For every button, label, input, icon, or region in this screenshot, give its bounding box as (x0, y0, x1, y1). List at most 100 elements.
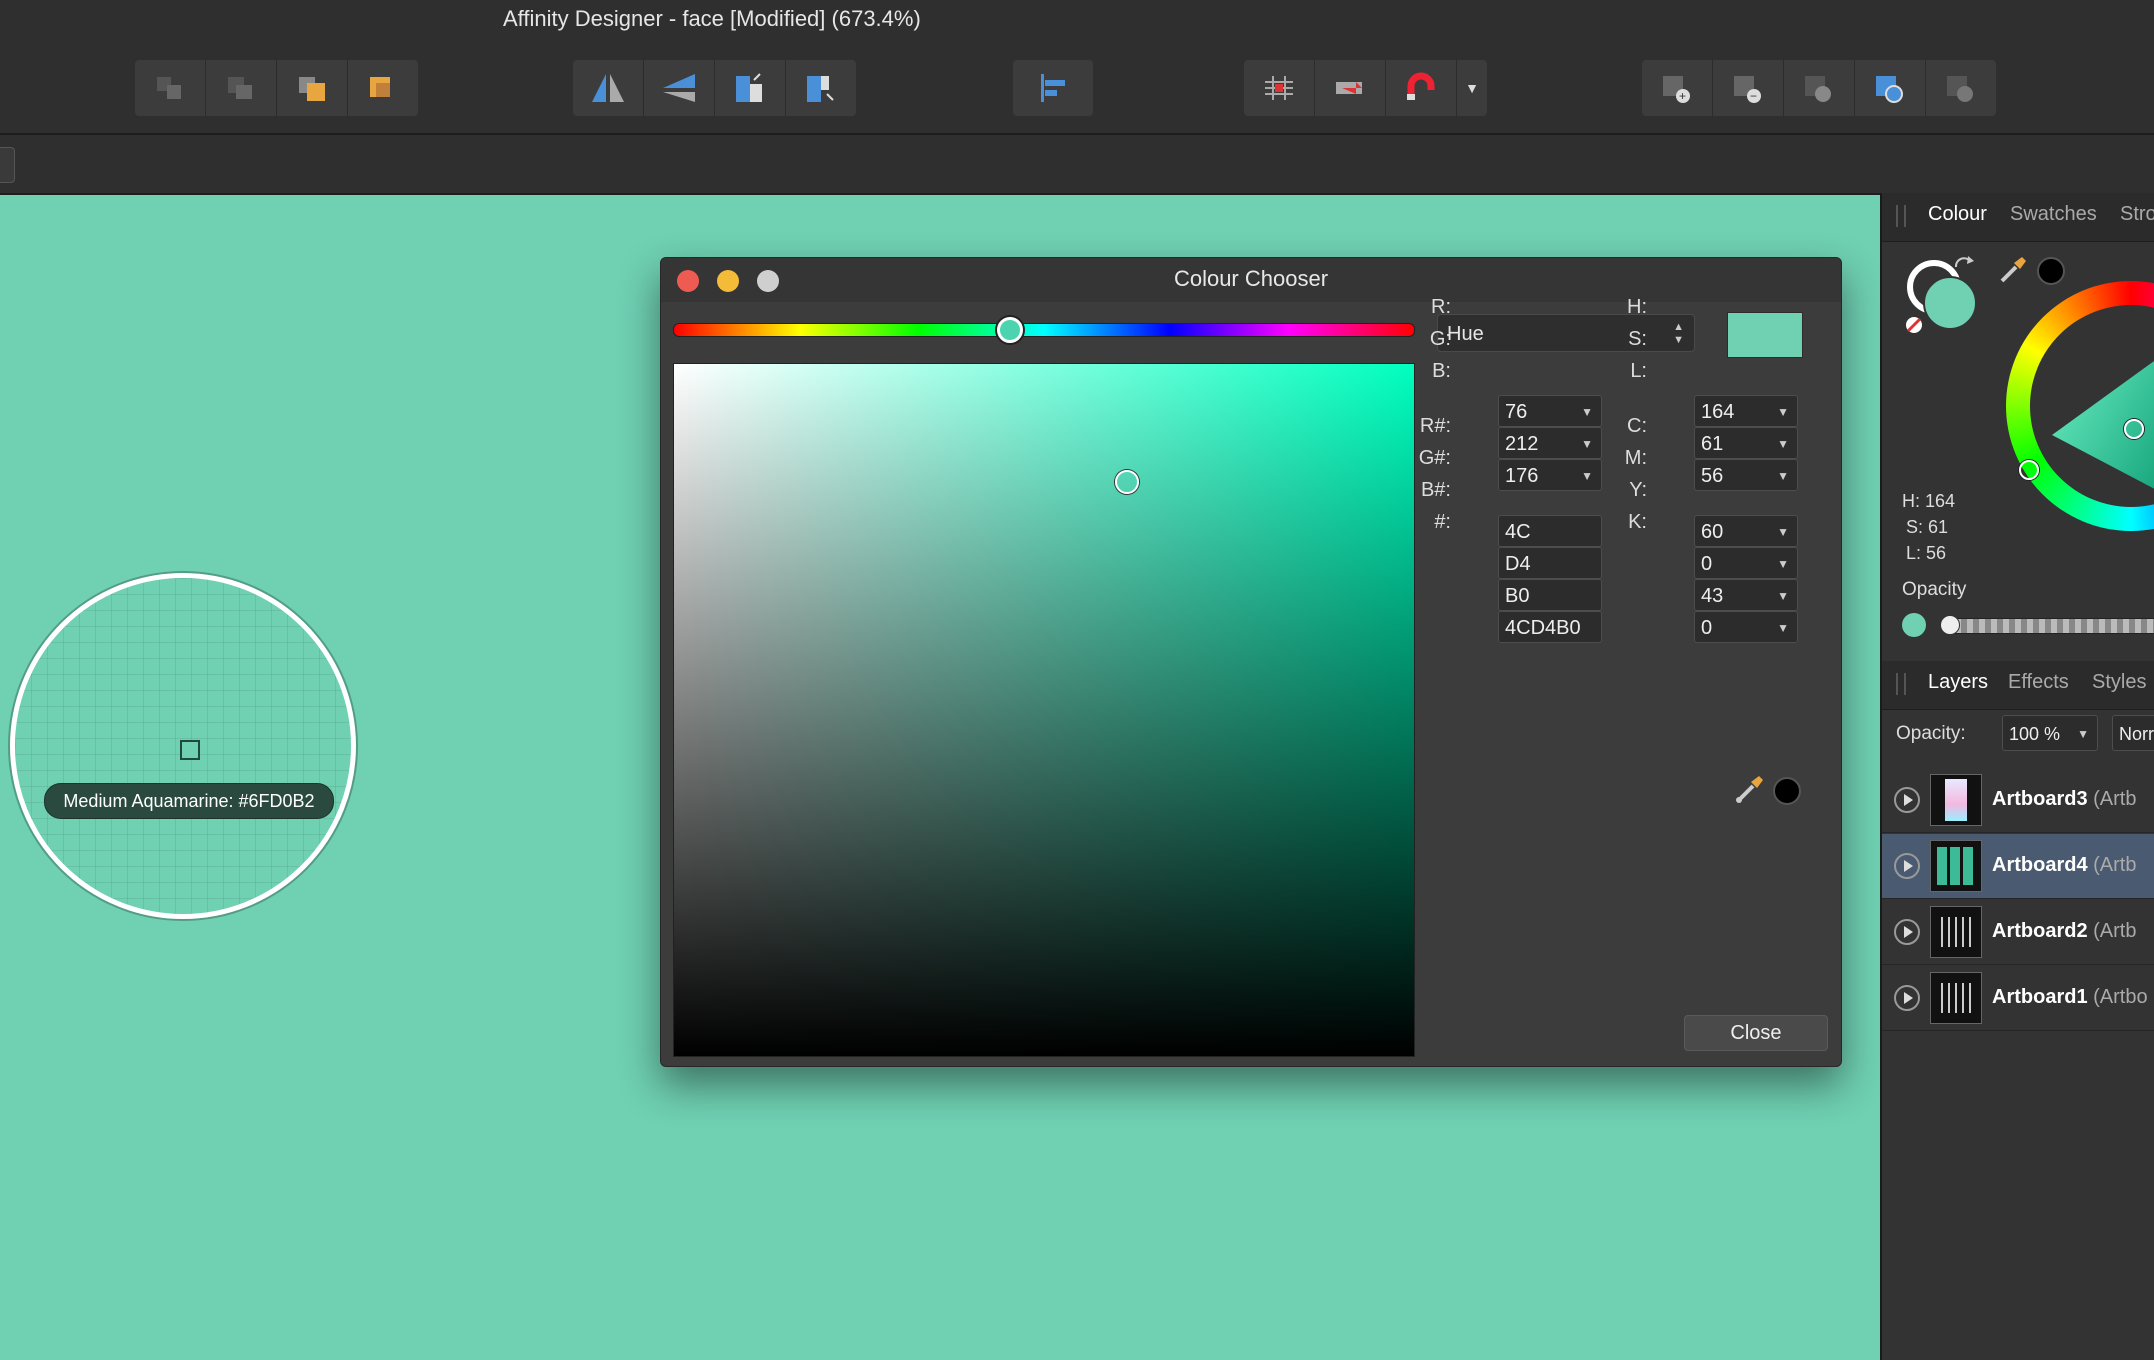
sampled-colour-swatch (1773, 777, 1801, 805)
add-icon: + (1663, 76, 1690, 103)
move-forward-one-icon (299, 77, 325, 101)
hue-slider-knob[interactable] (996, 317, 1023, 343)
transform-group (573, 60, 856, 116)
flip-horizontal-button[interactable] (573, 60, 644, 116)
layer-name: Artboard4 (Artb (1992, 854, 2136, 877)
tab-styles[interactable]: Styles (2092, 671, 2146, 694)
snapping-magnet-icon (1407, 72, 1435, 100)
layer-row[interactable]: Artboard1 (Artbo (1882, 966, 2154, 1031)
boolean-combine-button[interactable] (1926, 60, 1996, 116)
l-field[interactable]: 56 ▼ (1694, 459, 1798, 491)
move-forward-one-button[interactable] (277, 60, 348, 116)
rotate-left-button[interactable] (715, 60, 786, 116)
h-label: H: (1627, 296, 1647, 318)
colour-model-select[interactable]: Hue ▲ ▼ (1437, 314, 1695, 352)
blend-mode-select[interactable]: Norr (2112, 715, 2154, 751)
tab-stroke[interactable]: Stro (2120, 203, 2154, 226)
boolean-subtract-button[interactable]: − (1713, 60, 1784, 116)
layer-type: (Artb (2087, 854, 2137, 876)
g-hex-field[interactable]: D4 (1498, 547, 1602, 579)
hex-field[interactable]: 4CD4B0 (1498, 611, 1602, 643)
tab-swatches[interactable]: Swatches (2010, 203, 2097, 226)
tab-colour[interactable]: Colour (1928, 203, 1987, 226)
layer-type: (Artb (2087, 920, 2137, 942)
layer-thumbnail (1930, 906, 1982, 958)
flip-vertical-button[interactable] (644, 60, 715, 116)
move-to-back-button[interactable] (135, 60, 206, 116)
c-field[interactable]: 60 ▼ (1694, 515, 1798, 547)
pixel-grid-button[interactable] (1244, 60, 1315, 116)
layers-panel-tabs: Layers Effects Styles (1882, 661, 2154, 710)
dialog-titlebar[interactable]: Colour Chooser (661, 258, 1841, 302)
opacity-slider-knob[interactable] (1940, 615, 1960, 635)
h-field[interactable]: 164 ▼ (1694, 395, 1798, 427)
close-button[interactable]: Close (1684, 1015, 1828, 1051)
align-left-icon (1041, 74, 1065, 102)
fill-stroke-selector[interactable] (1900, 253, 1990, 343)
layer-title: Artboard1 (1992, 986, 2088, 1008)
dropdown-arrow-icon: ▼ (1777, 525, 1789, 539)
expand-layer-icon[interactable] (1894, 919, 1920, 945)
context-toolbar (0, 135, 2154, 195)
tab-layers[interactable]: Layers (1928, 671, 1988, 694)
layers-opacity-field[interactable]: 100 % ▼ (2002, 715, 2098, 751)
swap-colours-icon[interactable] (1952, 253, 1976, 277)
colour-panel-tabs: Colour Swatches Stro (1882, 193, 2154, 242)
s-field[interactable]: 61 ▼ (1694, 427, 1798, 459)
triangle-knob[interactable] (2124, 419, 2144, 439)
snapping-magnet-button[interactable] (1386, 60, 1457, 116)
dropdown-arrow-icon: ▼ (1777, 621, 1789, 635)
panel-grip-icon[interactable] (1896, 673, 1906, 695)
loupe-colour-label: Medium Aquamarine: #6FD0B2 (44, 783, 334, 819)
move-to-front-button[interactable] (348, 60, 418, 116)
arrange-group (135, 60, 418, 116)
rotate-right-icon (807, 76, 834, 102)
eyedropper-icon[interactable] (1996, 253, 2030, 287)
boolean-divide-button[interactable] (1855, 60, 1926, 116)
rotate-right-button[interactable] (786, 60, 856, 116)
snap-to-pixel-button[interactable] (1315, 60, 1386, 116)
saturation-brightness-knob[interactable] (1114, 469, 1139, 494)
layer-type: (Artbo (2087, 986, 2148, 1008)
l-label: L: (1630, 360, 1647, 382)
move-back-one-icon (228, 77, 252, 99)
hue-ring-knob[interactable] (2019, 460, 2039, 480)
context-toolbar-handle[interactable] (0, 147, 15, 183)
expand-layer-icon[interactable] (1894, 985, 1920, 1011)
panel-grip-icon[interactable] (1896, 205, 1906, 227)
k-field[interactable]: 0 ▼ (1694, 611, 1798, 643)
m-field[interactable]: 0 ▼ (1694, 547, 1798, 579)
hue-slider[interactable] (673, 323, 1415, 337)
boolean-intersect-button[interactable] (1784, 60, 1855, 116)
layer-name: Artboard1 (Artbo (1992, 986, 2148, 1009)
b-hex-field[interactable]: B0 (1498, 579, 1602, 611)
dropdown-arrow-icon: ▼ (1777, 469, 1789, 483)
snapping-options-dropdown[interactable]: ▼ (1457, 60, 1487, 116)
layer-row[interactable]: Artboard4 (Artb (1882, 834, 2154, 899)
hex-label: #: (1434, 511, 1451, 533)
colour-chooser-dialog: Colour Chooser Hue ▲ ▼ R: 76 ▼ G: 212 ▼ B: … (660, 257, 1842, 1067)
dialog-title: Colour Chooser (1173, 266, 1329, 291)
expand-layer-icon[interactable] (1894, 853, 1920, 879)
dropdown-arrow-icon: ▼ (1777, 589, 1789, 603)
boolean-group: + − (1642, 60, 1996, 116)
move-back-one-button[interactable] (206, 60, 277, 116)
boolean-add-button[interactable]: + (1642, 60, 1713, 116)
eyedropper-icon[interactable] (1733, 772, 1767, 806)
saturation-brightness-field[interactable] (673, 363, 1415, 1057)
layer-row[interactable]: Artboard3 (Artb (1882, 768, 2154, 833)
y-field[interactable]: 43 ▼ (1694, 579, 1798, 611)
layer-row[interactable]: Artboard2 (Artb (1882, 900, 2154, 965)
subtract-icon: − (1734, 76, 1761, 103)
snapping-group: ▼ (1244, 60, 1487, 116)
layer-thumbnail (1930, 774, 1982, 826)
tab-effects[interactable]: Effects (2008, 671, 2069, 694)
app-title: Affinity Designer - face [Modified] (673… (503, 6, 921, 31)
align-group (1013, 60, 1093, 116)
expand-layer-icon[interactable] (1894, 787, 1920, 813)
align-button[interactable] (1013, 60, 1093, 116)
b-label: B: (1432, 360, 1451, 382)
flip-vertical-icon (663, 74, 695, 102)
opacity-slider[interactable] (1942, 618, 2154, 634)
colour-model-value: Hue (1447, 323, 1484, 345)
